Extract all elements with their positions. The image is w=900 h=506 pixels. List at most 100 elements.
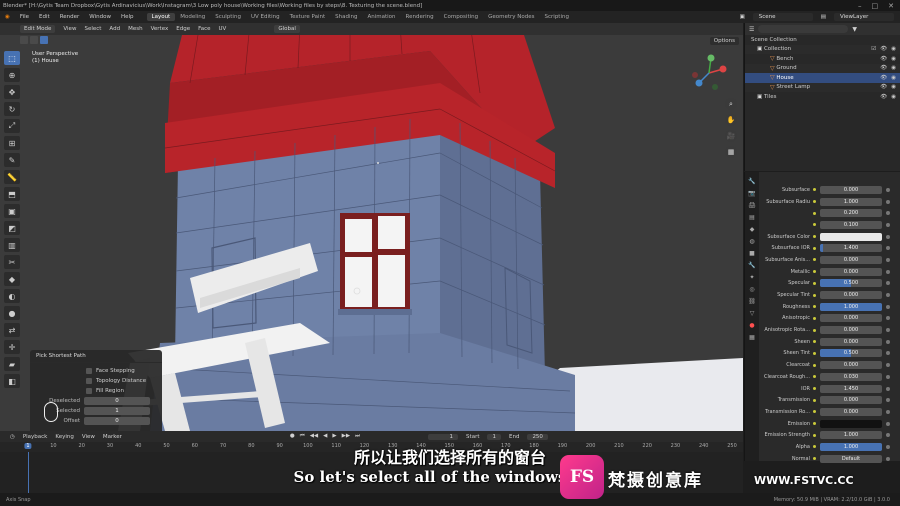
face-stepping-checkbox[interactable] bbox=[86, 368, 92, 374]
keyframe-icon[interactable] bbox=[886, 409, 890, 414]
property-value-field[interactable]: 1.000 bbox=[820, 442, 882, 451]
current-frame-field[interactable]: 1 bbox=[428, 433, 459, 440]
property-value-field[interactable] bbox=[820, 419, 882, 428]
property-value-field[interactable]: 1.000 bbox=[820, 302, 882, 311]
socket-icon[interactable] bbox=[813, 188, 816, 192]
property-value-field[interactable] bbox=[820, 232, 882, 241]
property-value-field[interactable]: 0.000 bbox=[820, 407, 882, 416]
face-select-icon[interactable] bbox=[40, 36, 48, 44]
close-icon[interactable]: ✕ bbox=[888, 2, 894, 10]
menu-help[interactable]: Help bbox=[116, 14, 139, 20]
world-tab-icon[interactable]: ◍ bbox=[749, 238, 754, 245]
deselected-field[interactable]: 0 bbox=[84, 397, 150, 405]
blender-logo-icon[interactable]: ◉ bbox=[0, 14, 15, 20]
zoom-icon[interactable]: ⌕ bbox=[725, 98, 737, 110]
keyframe-icon[interactable] bbox=[886, 421, 890, 426]
mode-selector[interactable]: Edit Mode bbox=[20, 25, 56, 33]
render-tab-icon[interactable]: 📷 bbox=[748, 190, 755, 197]
timeline-menu-keying[interactable]: Keying bbox=[55, 434, 73, 440]
topology-distance-checkbox[interactable] bbox=[86, 378, 92, 384]
socket-icon[interactable] bbox=[813, 305, 816, 309]
tool-tab-icon[interactable]: 🔧 bbox=[748, 178, 755, 185]
property-value-field[interactable]: 0.200 bbox=[820, 209, 882, 218]
outliner-item-scene-collection[interactable]: Scene Collection bbox=[745, 35, 900, 45]
outliner-editor-icon[interactable]: ☰ bbox=[749, 26, 754, 33]
property-value-field[interactable]: 0.000 bbox=[820, 255, 882, 264]
scene-tab-icon[interactable]: ◆ bbox=[750, 226, 755, 233]
viewport-menu-select[interactable]: Select bbox=[84, 26, 101, 32]
keyframe-icon[interactable] bbox=[886, 211, 890, 216]
fill-region-checkbox[interactable] bbox=[86, 388, 92, 394]
timeline-menu-playback[interactable]: Playback bbox=[23, 434, 48, 440]
play-reverse-icon[interactable]: ◀ bbox=[323, 433, 327, 440]
socket-icon[interactable] bbox=[813, 351, 816, 355]
outliner-search-input[interactable] bbox=[758, 25, 849, 33]
camera-icon[interactable]: ◉ bbox=[891, 46, 896, 52]
socket-icon[interactable] bbox=[813, 328, 816, 332]
object-tab-icon[interactable]: ■ bbox=[749, 250, 755, 257]
property-value-field[interactable]: 0.030 bbox=[820, 372, 882, 381]
timeline-menu-view[interactable]: View bbox=[82, 434, 95, 440]
keyframe-icon[interactable] bbox=[886, 363, 890, 368]
socket-icon[interactable] bbox=[813, 281, 816, 285]
property-value-field[interactable]: 0.500 bbox=[820, 349, 882, 358]
scene-selector[interactable]: Scene bbox=[752, 13, 813, 21]
socket-icon[interactable] bbox=[813, 223, 816, 227]
eye-icon[interactable]: 👁 bbox=[880, 75, 887, 81]
minimize-icon[interactable]: – bbox=[858, 2, 862, 10]
offset-field[interactable]: 0 bbox=[84, 417, 150, 425]
keyframe-icon[interactable] bbox=[886, 444, 890, 449]
transform-icon[interactable]: ⊞ bbox=[4, 136, 20, 150]
checkbox-icon[interactable]: ☑ bbox=[871, 46, 876, 52]
socket-icon[interactable] bbox=[813, 258, 816, 262]
shear-icon[interactable]: ▰ bbox=[4, 357, 20, 371]
menu-window[interactable]: Window bbox=[84, 14, 116, 20]
socket-icon[interactable] bbox=[813, 363, 816, 367]
menu-file[interactable]: File bbox=[15, 14, 34, 20]
keyframe-icon[interactable] bbox=[886, 199, 890, 204]
socket-icon[interactable] bbox=[813, 235, 816, 239]
viewport-menu-uv[interactable]: UV bbox=[219, 26, 227, 32]
viewport-menu-add[interactable]: Add bbox=[109, 26, 120, 32]
prev-key-icon[interactable]: ◀◀ bbox=[310, 433, 318, 440]
property-value-field[interactable]: 0.500 bbox=[820, 279, 882, 288]
keyframe-icon[interactable] bbox=[886, 456, 890, 461]
3d-viewport[interactable]: Edit Mode View Select Add Mesh Vertex Ed… bbox=[0, 23, 743, 431]
socket-icon[interactable] bbox=[813, 433, 816, 437]
tab-modeling[interactable]: Modeling bbox=[175, 13, 210, 21]
property-value-field[interactable]: Default bbox=[820, 454, 882, 463]
select-box-icon[interactable]: ⬚ bbox=[4, 51, 20, 65]
annotate-icon[interactable]: ✎ bbox=[4, 153, 20, 167]
particles-tab-icon[interactable]: ✦ bbox=[749, 274, 754, 281]
socket-icon[interactable] bbox=[813, 398, 816, 402]
outliner-item-tiles[interactable]: ▣ Tiles 👁 ◉ bbox=[745, 92, 900, 102]
property-value-field[interactable]: 0.000 bbox=[820, 326, 882, 335]
keyframe-icon[interactable] bbox=[886, 257, 890, 262]
camera-icon[interactable]: ◉ bbox=[891, 84, 896, 90]
view-layer-selector[interactable]: ViewLayer bbox=[834, 13, 894, 21]
property-value-field[interactable]: 0.100 bbox=[820, 220, 882, 229]
camera-icon[interactable]: ◉ bbox=[891, 65, 896, 71]
next-key-icon[interactable]: ▶▶ bbox=[342, 433, 350, 440]
vertex-select-icon[interactable] bbox=[20, 36, 28, 44]
camera-icon[interactable]: ◉ bbox=[891, 56, 896, 62]
camera-icon[interactable]: ◉ bbox=[891, 75, 896, 81]
socket-icon[interactable] bbox=[813, 270, 816, 274]
keyframe-icon[interactable] bbox=[886, 328, 890, 333]
eye-icon[interactable]: 👁 bbox=[880, 84, 887, 90]
options-button[interactable]: Options bbox=[709, 37, 739, 45]
filter-icon[interactable]: ▼ bbox=[852, 26, 857, 33]
texture-tab-icon[interactable]: ▦ bbox=[749, 334, 755, 341]
tab-compositing[interactable]: Compositing bbox=[439, 13, 483, 21]
socket-icon[interactable] bbox=[813, 375, 816, 379]
eye-icon[interactable]: 👁 bbox=[880, 56, 887, 62]
keyframe-icon[interactable] bbox=[886, 351, 890, 356]
tab-texture-paint[interactable]: Texture Paint bbox=[285, 13, 331, 21]
socket-icon[interactable] bbox=[813, 316, 816, 320]
play-icon[interactable]: ▶ bbox=[332, 433, 336, 440]
tab-geometry-nodes[interactable]: Geometry Nodes bbox=[483, 13, 539, 21]
property-value-field[interactable]: 0.000 bbox=[820, 185, 882, 194]
socket-icon[interactable] bbox=[813, 445, 816, 449]
socket-icon[interactable] bbox=[813, 422, 816, 426]
extrude-icon[interactable]: ⬒ bbox=[4, 187, 20, 201]
